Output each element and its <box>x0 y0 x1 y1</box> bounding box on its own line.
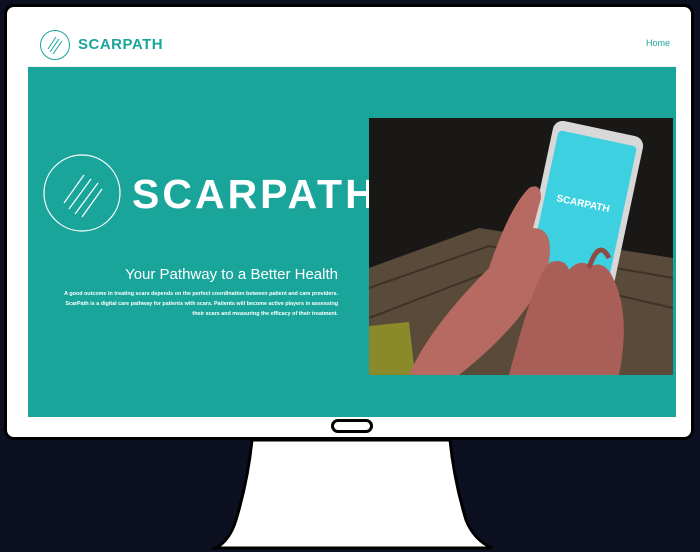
website-screen: SCARPATH Home SCARPATH Your Pathway to a… <box>28 24 676 417</box>
navbar: SCARPATH Home <box>28 24 676 67</box>
hero-title: Your Pathway to a Better Health <box>125 266 338 283</box>
monitor-frame: SCARPATH Home SCARPATH Your Pathway to a… <box>4 4 694 440</box>
nav-link-home[interactable]: Home <box>646 38 670 48</box>
hero-photo: SCARPATH <box>369 118 673 375</box>
hand-holding-phone-image: SCARPATH <box>369 118 673 375</box>
hero-brand: SCARPATH <box>132 171 378 217</box>
monitor-power-button[interactable] <box>331 419 373 433</box>
hero-section: SCARPATH Your Pathway to a Better Health… <box>28 67 676 417</box>
nav-brand[interactable]: SCARPATH <box>78 36 163 53</box>
scarpath-logo-icon <box>43 154 121 232</box>
hero-description: A good outcome in treating scars depends… <box>64 291 338 317</box>
scarpath-logo-icon[interactable] <box>39 29 71 61</box>
